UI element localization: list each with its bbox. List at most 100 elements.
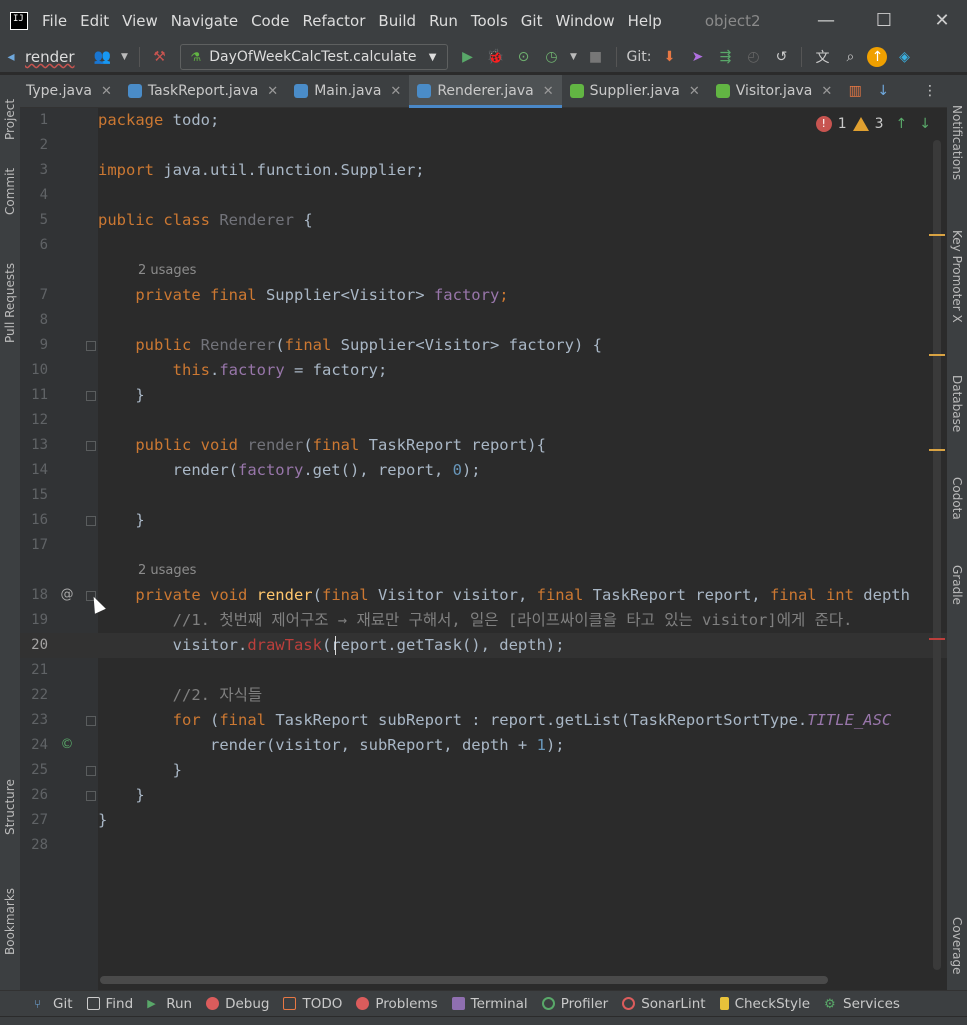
rollback-icon[interactable]: ↺	[770, 46, 792, 68]
fold-marker-icon[interactable]	[86, 516, 96, 526]
split-view-icon[interactable]: ▥	[844, 80, 866, 102]
tool-terminal[interactable]: Terminal	[451, 996, 528, 1012]
tool-git[interactable]: ⑂ Git	[34, 996, 73, 1012]
horizontal-scrollbar[interactable]	[100, 976, 828, 984]
coverage-icon[interactable]: ⊙	[513, 46, 535, 68]
translate-icon[interactable]: 文	[811, 46, 833, 68]
code-editor[interactable]: ! 1 3 ↑ ↓ 1 package todo; 2 3 import jav…	[20, 108, 947, 990]
tab-renderer-java[interactable]: Renderer.java ✕	[409, 74, 562, 108]
tool-services[interactable]: ⚙ Services	[824, 995, 900, 1013]
menu-run[interactable]: Run	[429, 12, 458, 30]
arrow-down-icon[interactable]: ↓	[872, 80, 894, 102]
usages-hint[interactable]: 2 usages	[138, 558, 196, 583]
warning-stripe-mark[interactable]	[929, 354, 945, 356]
tool-key-promoter[interactable]: Key Promoter X	[950, 230, 964, 323]
menu-help[interactable]: Help	[628, 12, 662, 30]
git-push-icon[interactable]: ➤	[686, 46, 708, 68]
fold-marker-icon[interactable]	[86, 766, 96, 776]
menu-navigate[interactable]: Navigate	[171, 12, 238, 30]
fold-marker-icon[interactable]	[86, 441, 96, 451]
chevron-down-icon[interactable]: ▼	[120, 46, 130, 68]
tool-find[interactable]: Find	[86, 996, 133, 1012]
tool-label: Run	[166, 995, 193, 1012]
tool-notifications[interactable]: Notifications	[950, 105, 964, 180]
override-at-icon[interactable]: @	[60, 588, 74, 602]
tool-checkstyle[interactable]: CheckStyle	[719, 996, 810, 1012]
debug-icon[interactable]: 🐞	[485, 46, 507, 68]
tool-problems[interactable]: Problems	[356, 996, 438, 1012]
fold-marker-icon[interactable]	[86, 791, 96, 801]
recursive-call-icon[interactable]: ©	[60, 738, 74, 752]
menu-window[interactable]: Window	[555, 12, 614, 30]
line-number: 24	[31, 737, 48, 753]
tab-main-java[interactable]: Main.java ✕	[286, 75, 409, 108]
tool-profiler[interactable]: Profiler	[541, 996, 608, 1012]
close-icon[interactable]: ✕	[543, 84, 554, 99]
tool-structure[interactable]: Structure	[3, 779, 17, 835]
close-icon[interactable]: ✕	[101, 84, 112, 99]
search-icon[interactable]: ⌕	[839, 46, 861, 68]
history-icon[interactable]: ◴	[742, 46, 764, 68]
fold-marker-icon[interactable]	[86, 391, 96, 401]
run-icon[interactable]: ▶	[457, 46, 479, 68]
tool-codota[interactable]: Codota	[950, 477, 964, 520]
tab-taskreport-java[interactable]: TaskReport.java ✕	[120, 75, 286, 108]
tool-todo[interactable]: TODO	[283, 996, 342, 1012]
build-hammer-icon[interactable]: ⚒	[149, 46, 171, 68]
warning-stripe-mark[interactable]	[929, 449, 945, 451]
tool-project[interactable]: Project	[3, 99, 17, 140]
tool-gradle[interactable]: Gradle	[950, 565, 964, 605]
warning-stripe-mark[interactable]	[929, 234, 945, 236]
code-token: render(visitor, subReport, depth +	[98, 736, 537, 754]
close-icon[interactable]: ✕	[689, 84, 700, 99]
close-icon[interactable]: ✕	[821, 84, 832, 99]
fold-marker-icon[interactable]	[86, 341, 96, 351]
maximize-icon[interactable]: ☐	[871, 8, 897, 34]
error-stripe-mark[interactable]	[929, 638, 945, 640]
tab-visitor-java[interactable]: Visitor.java ✕	[708, 75, 841, 108]
tool-bookmarks[interactable]: Bookmarks	[3, 888, 17, 955]
tool-label: Services	[843, 995, 900, 1012]
fold-marker-icon[interactable]	[86, 716, 96, 726]
menu-file[interactable]: File	[42, 12, 67, 30]
menu-git[interactable]: Git	[521, 12, 543, 30]
menu-build[interactable]: Build	[378, 12, 416, 30]
stop-icon[interactable]: ■	[585, 46, 607, 68]
tool-commit[interactable]: Commit	[3, 168, 17, 215]
menu-edit[interactable]: Edit	[80, 12, 109, 30]
update-arrow-icon[interactable]: ↑	[867, 47, 888, 67]
close-icon[interactable]: ✕	[267, 84, 278, 99]
tool-debug[interactable]: Debug	[206, 996, 269, 1012]
git-commit-icon[interactable]: ⇶	[714, 46, 736, 68]
menu-refactor[interactable]: Refactor	[302, 12, 365, 30]
tool-database[interactable]: Database	[950, 375, 964, 432]
tool-pull-requests[interactable]: Pull Requests	[3, 263, 17, 343]
chevron-down-icon[interactable]: ▼	[569, 46, 579, 68]
tool-coverage[interactable]: Coverage	[950, 917, 964, 975]
more-tabs-icon[interactable]: ⋮	[919, 80, 941, 102]
tool-run[interactable]: ▶ Run	[147, 996, 192, 1012]
tab-supplier-java[interactable]: Supplier.java ✕	[562, 75, 708, 108]
close-window-icon[interactable]: ✕	[929, 8, 955, 34]
code-line: 14 render(factory.get(), report, 0);	[20, 458, 947, 483]
users-icon[interactable]: 👥	[92, 46, 114, 68]
tool-sonarlint[interactable]: SonarLint	[622, 996, 706, 1012]
line-number: 26	[31, 787, 48, 803]
git-update-icon[interactable]: ⬇	[658, 46, 680, 68]
tab-type-java[interactable]: Type.java ✕	[20, 75, 120, 108]
code-token: final int	[769, 586, 854, 604]
tool-label: Debug	[225, 995, 270, 1012]
usages-hint[interactable]: 2 usages	[138, 258, 196, 283]
breadcrumb-render[interactable]: render	[25, 48, 75, 66]
profiler-icon[interactable]: ◷	[541, 46, 563, 68]
minimize-icon[interactable]: —	[813, 8, 839, 34]
breadcrumb-back-icon[interactable]: ◂	[0, 46, 22, 68]
menu-tools[interactable]: Tools	[471, 12, 508, 30]
plugin-icon[interactable]: ◈	[893, 46, 915, 68]
vertical-scrollbar[interactable]	[933, 140, 941, 970]
toolbar-separator	[615, 47, 617, 67]
close-icon[interactable]: ✕	[390, 84, 401, 99]
run-config-select[interactable]: ⚗ DayOfWeekCalcTest.calculate ▼	[179, 44, 448, 70]
menu-view[interactable]: View	[122, 12, 158, 30]
menu-code[interactable]: Code	[251, 12, 289, 30]
